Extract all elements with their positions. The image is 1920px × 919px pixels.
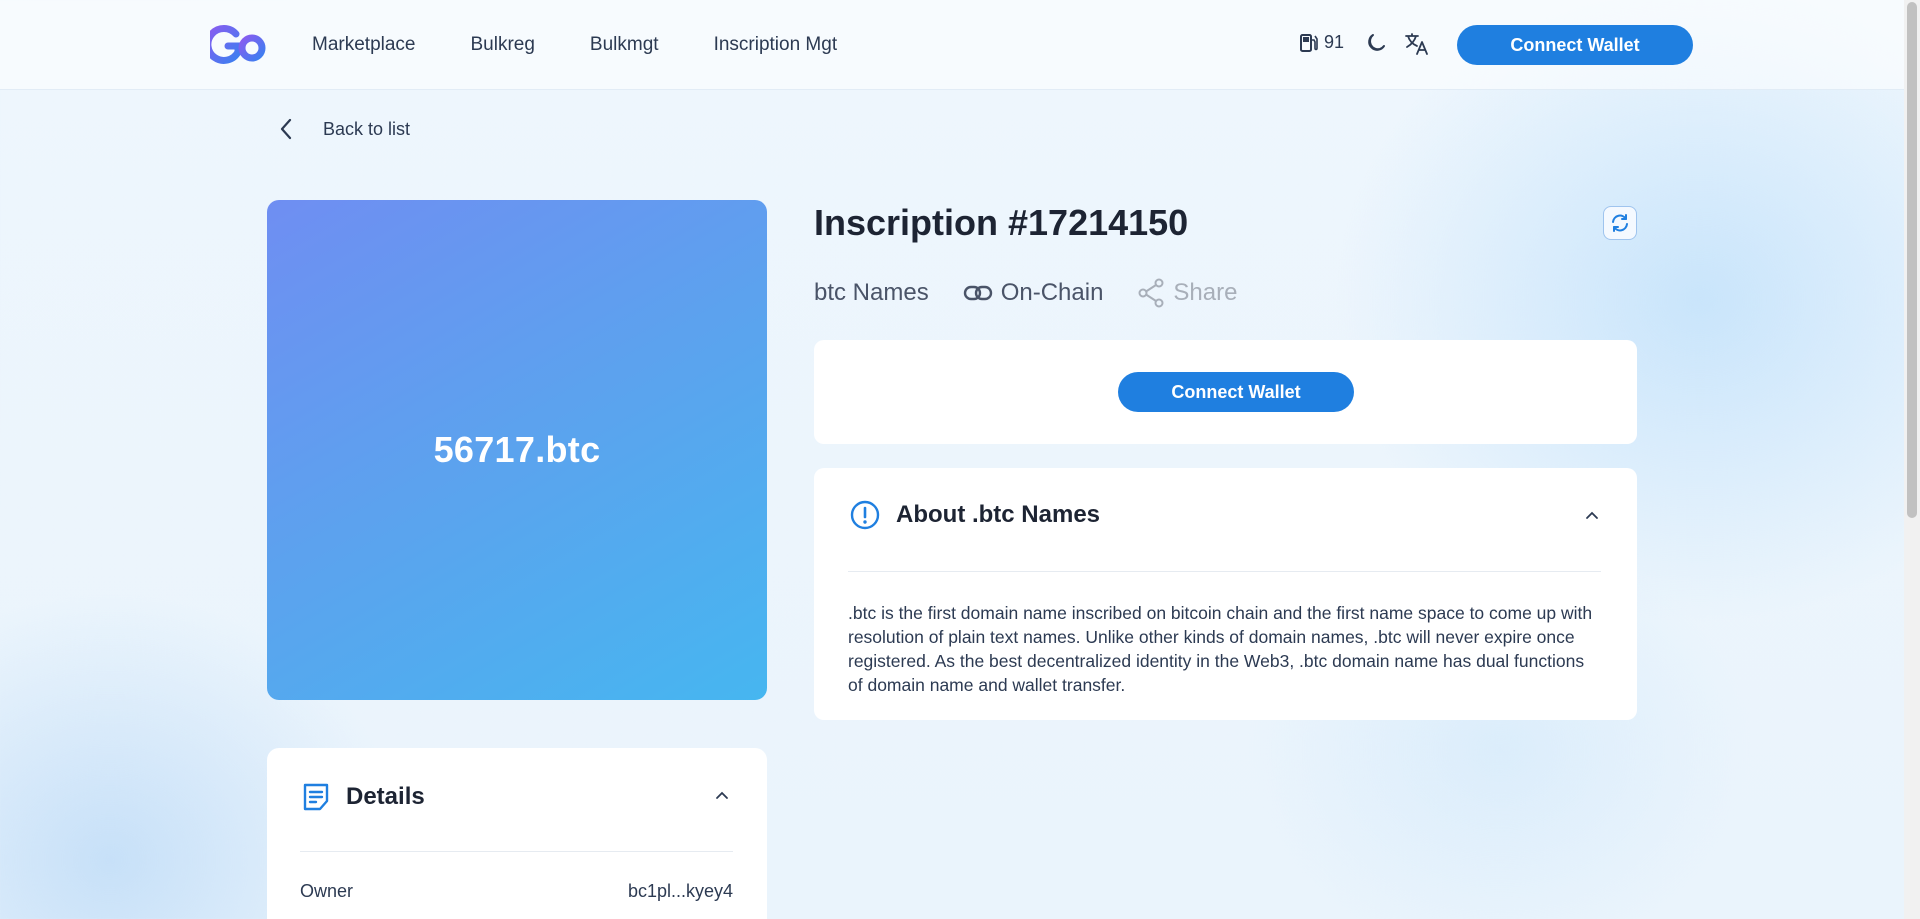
chevron-up-icon[interactable] (715, 790, 729, 800)
inscription-name: 56717.btc (433, 429, 601, 470)
main-nav: Marketplace Bulkreg Bulkmgt Inscription … (312, 0, 892, 90)
gas-value: 91 (1324, 32, 1345, 52)
share-icon (1138, 278, 1164, 308)
about-panel: About .btc Names .btc is the first domai… (814, 468, 1637, 720)
refresh-button[interactable] (1603, 206, 1637, 240)
moon-icon[interactable] (1365, 32, 1387, 54)
on-chain-link[interactable]: On-Chain (963, 279, 1104, 307)
inscription-preview: 56717.btc (267, 200, 767, 700)
share-button[interactable]: Share (1137, 278, 1237, 308)
details-row-owner: Owner bc1pl...kyey4 (300, 881, 733, 902)
chevron-up-icon[interactable] (1585, 510, 1599, 520)
divider (848, 571, 1601, 572)
header-connect-wallet-button[interactable]: Connect Wallet (1457, 25, 1693, 65)
about-header[interactable]: About .btc Names (850, 500, 1100, 530)
gas-pump-icon (1300, 33, 1318, 52)
translate-icon[interactable] (1404, 32, 1430, 56)
details-title: Details (346, 783, 425, 810)
back-to-list-link[interactable]: Back to list (279, 118, 410, 140)
scrollbar-thumb[interactable] (1907, 2, 1917, 518)
page-title: Inscription #17214150 (814, 202, 1189, 243)
link-icon (963, 285, 992, 301)
share-label: Share (1173, 279, 1238, 306)
about-title: About .btc Names (896, 501, 1101, 528)
divider (300, 851, 733, 852)
wallet-panel: Connect Wallet (814, 340, 1637, 444)
page-scrollbar[interactable] (1904, 0, 1920, 919)
details-header[interactable]: Details (302, 782, 425, 812)
refresh-icon (1612, 214, 1628, 232)
owner-value[interactable]: bc1pl...kyey4 (628, 881, 733, 902)
nav-bulkmgt[interactable]: Bulkmgt (590, 34, 659, 56)
info-icon (850, 500, 880, 530)
back-to-list-label: Back to list (323, 118, 411, 139)
about-text: .btc is the first domain name inscribed … (848, 603, 1593, 695)
gas-fee[interactable]: 91 (1300, 32, 1344, 53)
document-icon (303, 783, 329, 811)
collection-label: btc Names (814, 279, 929, 306)
panel-connect-wallet-button[interactable]: Connect Wallet (1118, 372, 1354, 412)
logo[interactable] (210, 24, 270, 66)
on-chain-label: On-Chain (1000, 279, 1104, 306)
nav-bulkreg[interactable]: Bulkreg (471, 34, 535, 56)
collection-link[interactable]: btc Names (814, 279, 929, 307)
details-panel: Details Owner bc1pl...kyey4 (267, 748, 767, 919)
nav-marketplace[interactable]: Marketplace (312, 34, 416, 56)
inscription-meta: btc Names On-Chain Share (814, 278, 1271, 308)
owner-label: Owner (300, 881, 354, 901)
nav-inscription-mgt[interactable]: Inscription Mgt (714, 34, 838, 56)
top-header: Marketplace Bulkreg Bulkmgt Inscription … (0, 0, 1904, 90)
chevron-left-icon (280, 118, 292, 140)
